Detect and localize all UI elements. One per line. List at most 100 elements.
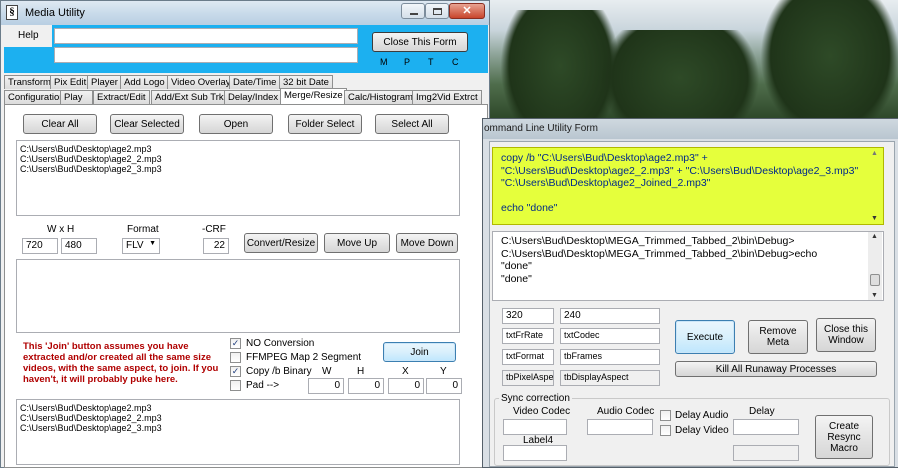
pad-x-input[interactable]: 0: [388, 378, 424, 394]
no-conversion-checkbox[interactable]: ✓: [230, 338, 241, 349]
convert-resize-button[interactable]: Convert/Resize: [244, 233, 318, 253]
mptc-c: C: [452, 57, 459, 67]
no-conversion-label: NO Conversion: [246, 338, 315, 349]
display-aspect-field[interactable]: tbDisplayAspect: [560, 370, 660, 386]
list-item[interactable]: C:\Users\Bud\Desktop\age2_3.mp3: [20, 423, 456, 433]
menu-help[interactable]: Help: [18, 30, 39, 41]
label4-field[interactable]: [503, 445, 567, 461]
crf-label: -CRF: [202, 224, 226, 235]
command-line-window: ommand Line Utility Form copy /b "C:\Use…: [482, 118, 898, 468]
tab-date-time[interactable]: Date/Time: [229, 75, 281, 89]
mptc-p: P: [404, 57, 411, 67]
tab-pix-edit[interactable]: Pix Edit: [50, 75, 91, 89]
tab-play[interactable]: Play: [60, 90, 93, 104]
audio-codec-label: Audio Codec: [597, 406, 655, 417]
tab-delay-index[interactable]: Delay/Index: [224, 90, 283, 104]
delay-audio-checkbox[interactable]: [660, 410, 671, 421]
remove-meta-button[interactable]: Remove Meta: [748, 320, 808, 354]
delay-label: Delay: [749, 406, 775, 417]
clear-all-button[interactable]: Clear All: [23, 114, 97, 134]
tab-32bit-date[interactable]: 32 bit Date: [279, 75, 333, 89]
cmd-client-area: copy /b "C:\Users\Bud\Desktop\age2.mp3" …: [489, 141, 895, 467]
sync-correction-label: Sync correction: [499, 393, 572, 404]
tab-merge-resize[interactable]: Merge/Resize: [280, 88, 347, 104]
width-input[interactable]: 720: [22, 238, 58, 254]
kill-processes-button[interactable]: Kill All Runaway Processes: [675, 361, 877, 377]
move-down-button[interactable]: Move Down: [396, 233, 458, 253]
wxh-label: W x H: [47, 224, 75, 235]
tab-calc-histogram[interactable]: Calc/Histogram: [344, 90, 417, 104]
delay-video-checkbox[interactable]: [660, 425, 671, 436]
copy-binary-checkbox[interactable]: ✓: [230, 366, 241, 377]
close-icon[interactable]: ✕: [449, 3, 485, 19]
delay-field[interactable]: [733, 419, 799, 435]
ffmpeg-map-checkbox[interactable]: [230, 352, 241, 363]
pad-y-input[interactable]: 0: [426, 378, 462, 394]
move-up-button[interactable]: Move Up: [324, 233, 390, 253]
height-input[interactable]: 480: [61, 238, 97, 254]
join-listbox[interactable]: C:\Users\Bud\Desktop\age2.mp3 C:\Users\B…: [16, 399, 460, 465]
close-window-button[interactable]: Close this Window: [816, 318, 876, 352]
frame-rate-field[interactable]: txtFrRate: [502, 328, 554, 344]
folder-select-button[interactable]: Folder Select: [288, 114, 362, 134]
top-input[interactable]: [54, 28, 358, 44]
output-textbox[interactable]: C:\Users\Bud\Desktop\MEGA_Trimmed_Tabbed…: [492, 231, 884, 301]
tab-transform[interactable]: Transform: [4, 75, 55, 89]
clear-selected-button[interactable]: Clear Selected: [110, 114, 184, 134]
command-scrollbar[interactable]: ▲ ▼: [868, 148, 882, 224]
merge-resize-page: Clear All Clear Selected Open Folder Sel…: [4, 104, 488, 468]
open-button[interactable]: Open: [199, 114, 273, 134]
tab-video-overlay[interactable]: Video Overlay: [167, 75, 235, 89]
tab-extract-edit[interactable]: Extract/Edit: [93, 90, 150, 104]
execute-button[interactable]: Execute: [675, 320, 735, 354]
pad-w-input[interactable]: 0: [308, 378, 344, 394]
frames-field[interactable]: tbFrames: [560, 349, 660, 365]
height-field[interactable]: 240: [560, 308, 660, 324]
pad-w-label: W: [322, 366, 332, 377]
tab-add-logo[interactable]: Add Logo: [120, 75, 169, 89]
crf-input[interactable]: 22: [203, 238, 229, 254]
join-note: This 'Join' button assumes you have extr…: [23, 341, 219, 385]
video-codec-field[interactable]: [503, 419, 567, 435]
format-select[interactable]: FLV ▼: [122, 238, 160, 254]
format-field[interactable]: txtFormat: [502, 349, 554, 365]
app-icon: §: [6, 5, 18, 20]
tab-add-ext-sub-trk[interactable]: Add/Ext Sub Trk: [151, 90, 228, 104]
file-listbox[interactable]: C:\Users\Bud\Desktop\age2.mp3 C:\Users\B…: [16, 140, 460, 216]
cmd-title-bar[interactable]: ommand Line Utility Form: [483, 119, 898, 139]
tab-configuration[interactable]: Configuration: [4, 90, 69, 104]
pad-x-label: X: [402, 366, 409, 377]
output-listbox[interactable]: [16, 259, 460, 333]
command-textbox[interactable]: copy /b "C:\Users\Bud\Desktop\age2.mp3" …: [492, 147, 884, 225]
pixel-aspect-field[interactable]: tbPixelAspec: [502, 370, 554, 386]
mptc-t: T: [428, 57, 434, 67]
select-all-button[interactable]: Select All: [375, 114, 449, 134]
pad-h-input[interactable]: 0: [348, 378, 384, 394]
minimize-button[interactable]: [401, 3, 425, 19]
output-scrollbar[interactable]: ▲ ▼: [868, 232, 882, 300]
video-codec-label: Video Codec: [513, 406, 571, 417]
list-item[interactable]: C:\Users\Bud\Desktop\age2_2.mp3: [20, 413, 456, 423]
sync-correction-group: Sync correction Video Codec Audio Codec …: [494, 393, 890, 466]
close-form-button[interactable]: Close This Form: [372, 32, 468, 52]
width-field[interactable]: 320: [502, 308, 554, 324]
create-resync-button[interactable]: Create Resync Macro: [815, 415, 873, 459]
pad-checkbox[interactable]: [230, 380, 241, 391]
list-item[interactable]: C:\Users\Bud\Desktop\age2.mp3: [20, 144, 456, 154]
second-input[interactable]: [54, 47, 358, 63]
tab-player[interactable]: Player: [87, 75, 122, 89]
pad-label: Pad -->: [246, 380, 280, 391]
top-panel: Help Close This Form M P T C: [4, 25, 488, 73]
title-bar[interactable]: § Media Utility ✕: [1, 1, 489, 25]
codec-field[interactable]: txtCodec: [560, 328, 660, 344]
pad-h-label: H: [357, 366, 365, 377]
join-button[interactable]: Join: [383, 342, 456, 362]
list-item[interactable]: C:\Users\Bud\Desktop\age2_2.mp3: [20, 154, 456, 164]
list-item[interactable]: C:\Users\Bud\Desktop\age2_3.mp3: [20, 164, 456, 174]
audio-codec-field[interactable]: [587, 419, 653, 435]
maximize-button[interactable]: [425, 3, 449, 19]
tab-img2vid-extrct[interactable]: Img2Vid Extrct: [412, 90, 482, 104]
format-label: Format: [127, 224, 159, 235]
format-select-value: FLV: [126, 240, 144, 251]
list-item[interactable]: C:\Users\Bud\Desktop\age2.mp3: [20, 403, 456, 413]
